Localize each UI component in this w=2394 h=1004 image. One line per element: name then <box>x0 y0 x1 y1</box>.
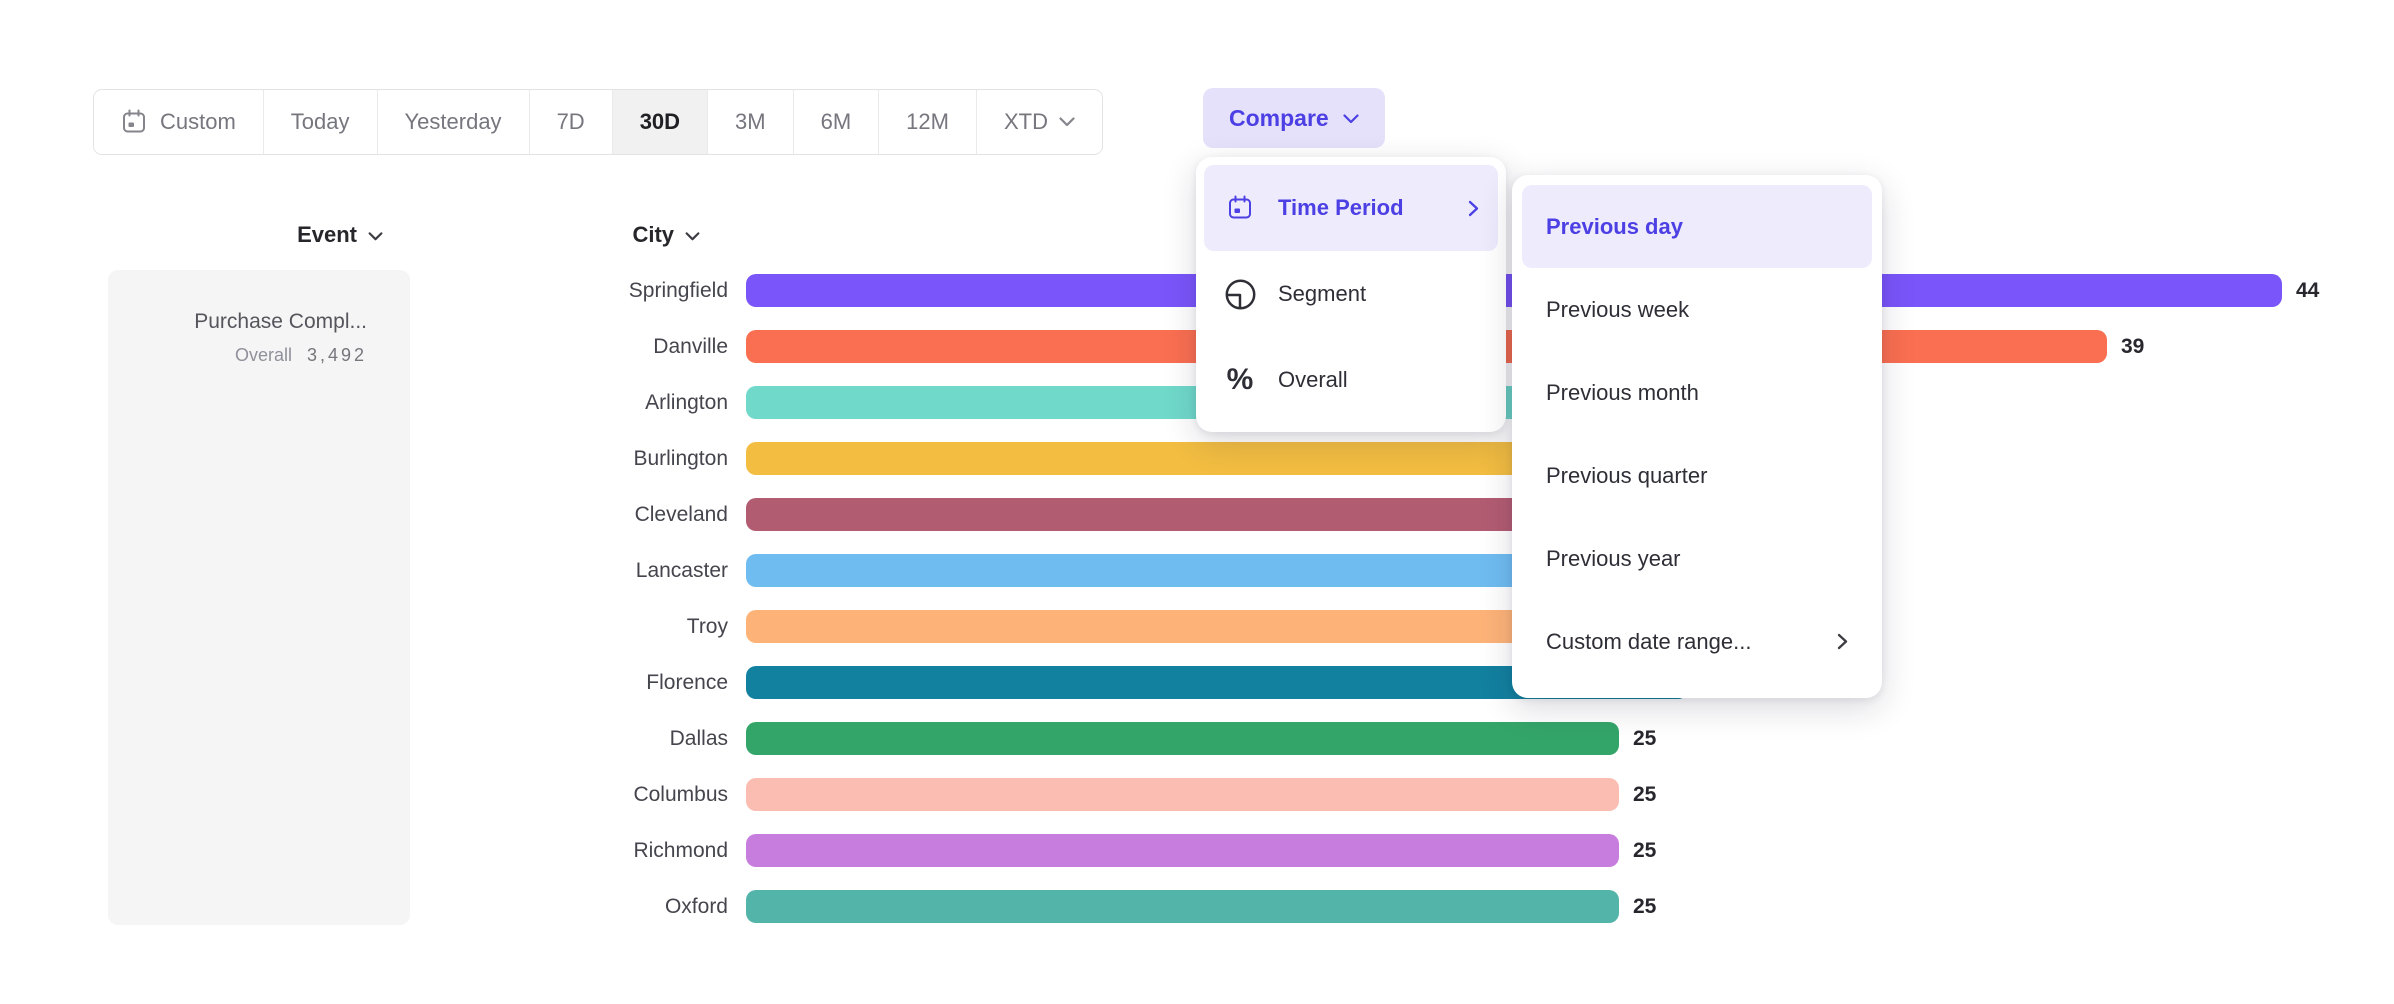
segment-icon <box>1223 278 1257 311</box>
range-button-custom[interactable]: Custom <box>94 90 264 154</box>
bar-category-label: Springfield <box>380 279 728 303</box>
bar-value: 25 <box>1633 727 1656 751</box>
chevron-right-icon <box>1468 200 1479 217</box>
submenu-item-previous-year[interactable]: Previous year <box>1522 517 1872 600</box>
percent-icon: % <box>1223 365 1257 395</box>
menu-item-segment[interactable]: Segment <box>1204 251 1498 337</box>
bar-category-label: Dallas <box>380 727 728 751</box>
submenu-item-label: Previous month <box>1546 380 1699 406</box>
submenu-item-label: Previous year <box>1546 546 1681 572</box>
range-label: XTD <box>1004 109 1048 135</box>
event-header-label: Event <box>297 222 357 248</box>
time-period-submenu: Previous day Previous week Previous month P… <box>1512 175 1882 698</box>
bar-category-label: Danville <box>380 335 728 359</box>
range-button-6m[interactable]: 6M <box>794 90 880 154</box>
overall-value: 3,492 <box>307 345 367 366</box>
bar-category-label: Richmond <box>380 839 728 863</box>
range-button-yesterday[interactable]: Yesterday <box>378 90 530 154</box>
chevron-down-icon <box>1059 117 1075 127</box>
bar-row-dallas: Dallas 25 <box>380 722 1656 755</box>
bar-value: 25 <box>1633 895 1656 919</box>
city-header-label: City <box>632 222 674 248</box>
submenu-item-custom-date-range[interactable]: Custom date range... <box>1522 600 1872 683</box>
bar-value: 25 <box>1633 839 1656 863</box>
bar-row-richmond: Richmond 25 <box>380 834 1656 867</box>
overall-label: Overall <box>235 345 292 366</box>
range-label: 30D <box>640 109 680 135</box>
bar-category-label: Columbus <box>380 783 728 807</box>
range-label: 7D <box>557 109 585 135</box>
range-label: Yesterday <box>405 109 502 135</box>
submenu-item-previous-quarter[interactable]: Previous quarter <box>1522 434 1872 517</box>
event-card[interactable]: Purchase Compl... Overall 3,492 <box>108 270 410 925</box>
submenu-item-label: Previous day <box>1546 214 1683 240</box>
chevron-down-icon <box>368 232 383 241</box>
chevron-down-icon <box>685 232 700 241</box>
range-label: 3M <box>735 109 766 135</box>
menu-item-label: Time Period <box>1278 195 1404 221</box>
bar-dallas[interactable] <box>746 722 1619 755</box>
bar-category-label: Troy <box>380 615 728 639</box>
range-button-30d[interactable]: 30D <box>613 90 708 154</box>
range-button-today[interactable]: Today <box>264 90 378 154</box>
event-overall-row: Overall 3,492 <box>235 345 367 366</box>
bar-category-label: Oxford <box>380 895 728 919</box>
submenu-item-previous-month[interactable]: Previous month <box>1522 351 1872 434</box>
submenu-item-label: Previous quarter <box>1546 463 1707 489</box>
submenu-item-previous-week[interactable]: Previous week <box>1522 268 1872 351</box>
date-range-toolbar: Custom Today Yesterday 7D 30D 3M 6M 12M XTD <box>93 89 1103 155</box>
range-button-12m[interactable]: 12M <box>879 90 977 154</box>
bar-value: 25 <box>1633 783 1656 807</box>
compare-button[interactable]: Compare <box>1203 88 1385 148</box>
compare-label: Compare <box>1229 105 1329 132</box>
bar-oxford[interactable] <box>746 890 1619 923</box>
event-name: Purchase Compl... <box>194 310 367 334</box>
range-button-3m[interactable]: 3M <box>708 90 794 154</box>
bar-row-florence: Florence <box>380 666 1688 699</box>
menu-item-overall[interactable]: % Overall <box>1204 337 1498 423</box>
submenu-item-label: Previous week <box>1546 297 1689 323</box>
bar-category-label: Burlington <box>380 447 728 471</box>
compare-menu: Time Period Segment% Overall <box>1196 157 1506 432</box>
menu-item-time-period[interactable]: Time Period <box>1204 165 1498 251</box>
chevron-down-icon <box>1343 114 1359 124</box>
bar-value: 39 <box>2121 335 2144 359</box>
submenu-item-previous-day[interactable]: Previous day <box>1522 185 1872 268</box>
bar-richmond[interactable] <box>746 834 1619 867</box>
bar-category-label: Arlington <box>380 391 728 415</box>
bar-row-oxford: Oxford 25 <box>380 890 1656 923</box>
menu-item-label: Segment <box>1278 281 1366 307</box>
bar-row-columbus: Columbus 25 <box>380 778 1656 811</box>
range-label: Custom <box>160 109 236 135</box>
bar-category-label: Lancaster <box>380 559 728 583</box>
bar-columbus[interactable] <box>746 778 1619 811</box>
bar-category-label: Cleveland <box>380 503 728 527</box>
submenu-item-label: Custom date range... <box>1546 629 1751 655</box>
bar-category-label: Florence <box>380 671 728 695</box>
range-label: 6M <box>821 109 852 135</box>
bar-value: 44 <box>2296 279 2319 303</box>
range-button-7d[interactable]: 7D <box>530 90 613 154</box>
menu-item-label: Overall <box>1278 367 1348 393</box>
calendar-icon <box>121 109 147 135</box>
chevron-right-icon <box>1837 633 1848 650</box>
event-column-header[interactable]: Event <box>183 220 383 250</box>
range-button-xtd[interactable]: XTD <box>977 90 1102 154</box>
city-column-header[interactable]: City <box>500 220 700 250</box>
calendar-icon <box>1223 195 1257 221</box>
range-label: Today <box>291 109 350 135</box>
range-label: 12M <box>906 109 949 135</box>
